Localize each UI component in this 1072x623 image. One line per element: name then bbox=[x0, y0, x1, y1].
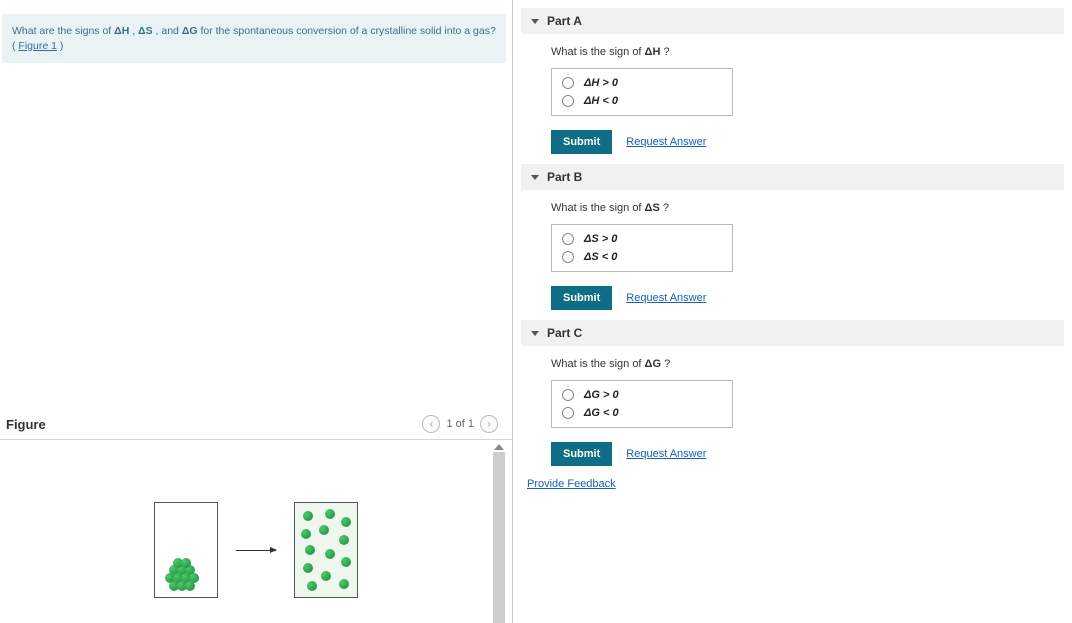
part-a-choice-1[interactable]: ΔH > 0 bbox=[562, 77, 722, 89]
part-b-choice-1[interactable]: ΔS > 0 bbox=[562, 233, 722, 245]
part-a: Part A What is the sign of ΔH ? ΔH > 0 Δ… bbox=[521, 8, 1064, 154]
part-c-actions: Submit Request Answer bbox=[551, 442, 1058, 466]
prompt-suffix: ? bbox=[663, 46, 669, 58]
prompt-text: What is the sign of bbox=[551, 358, 645, 370]
part-b-title: Part B bbox=[547, 170, 582, 184]
choice-label: ΔH < 0 bbox=[584, 95, 618, 107]
radio-icon bbox=[562, 77, 574, 89]
part-b-prompt: What is the sign of ΔS ? bbox=[551, 202, 1058, 214]
figure-scrollbar[interactable] bbox=[492, 444, 506, 623]
prompt-symbol: ΔH bbox=[645, 46, 661, 58]
part-a-actions: Submit Request Answer bbox=[551, 130, 1058, 154]
figure-nav-label: 1 of 1 bbox=[446, 418, 474, 430]
part-b-actions: Submit Request Answer bbox=[551, 286, 1058, 310]
choice-label: ΔS > 0 bbox=[584, 233, 617, 245]
submit-button[interactable]: Submit bbox=[551, 442, 612, 466]
caret-down-icon bbox=[531, 19, 539, 24]
part-a-prompt: What is the sign of ΔH ? bbox=[551, 46, 1058, 58]
prompt-symbol: ΔS bbox=[645, 202, 660, 214]
sym-dg: ΔG bbox=[182, 25, 198, 37]
part-c: Part C What is the sign of ΔG ? ΔG > 0 Δ… bbox=[521, 320, 1064, 466]
radio-icon bbox=[562, 251, 574, 263]
question-statement: What are the signs of ΔH , ΔS , and ΔG f… bbox=[2, 14, 506, 63]
prompt-text: What is the sign of bbox=[551, 202, 645, 214]
prompt-suffix: ? bbox=[664, 358, 670, 370]
part-b-choices: ΔS > 0 ΔS < 0 bbox=[551, 224, 733, 272]
submit-button[interactable]: Submit bbox=[551, 286, 612, 310]
gas-box bbox=[294, 502, 358, 598]
part-c-choice-2[interactable]: ΔG < 0 bbox=[562, 407, 722, 419]
feedback-row: Provide Feedback bbox=[527, 478, 1064, 490]
figure-prev-button[interactable]: ‹ bbox=[422, 415, 440, 433]
choice-label: ΔG < 0 bbox=[584, 407, 619, 419]
caret-down-icon bbox=[531, 175, 539, 180]
scroll-track[interactable] bbox=[493, 452, 505, 623]
figure-section: Figure ‹ 1 of 1 › bbox=[0, 415, 512, 623]
part-a-body: What is the sign of ΔH ? ΔH > 0 ΔH < 0 bbox=[521, 34, 1064, 154]
part-a-choice-2[interactable]: ΔH < 0 bbox=[562, 95, 722, 107]
figure-body bbox=[0, 440, 512, 623]
left-column: What are the signs of ΔH , ΔS , and ΔG f… bbox=[0, 0, 512, 623]
scroll-up-icon[interactable] bbox=[494, 444, 504, 450]
sym-dh: ΔH bbox=[114, 25, 129, 37]
choice-label: ΔS < 0 bbox=[584, 251, 617, 263]
submit-button[interactable]: Submit bbox=[551, 130, 612, 154]
sep: , and bbox=[156, 25, 182, 37]
figure-next-button[interactable]: › bbox=[480, 415, 498, 433]
figure-header: Figure ‹ 1 of 1 › bbox=[0, 415, 512, 440]
close-paren: ) bbox=[60, 40, 64, 52]
prompt-symbol: ΔG bbox=[645, 358, 661, 370]
phase-diagram bbox=[154, 460, 358, 623]
part-b: Part B What is the sign of ΔS ? ΔS > 0 Δ… bbox=[521, 164, 1064, 310]
radio-icon bbox=[562, 95, 574, 107]
figure-link[interactable]: Figure 1 bbox=[18, 40, 57, 52]
question-text: What are the signs of bbox=[12, 25, 114, 37]
sym-ds: ΔS bbox=[138, 25, 153, 37]
right-column: Part A What is the sign of ΔH ? ΔH > 0 Δ… bbox=[513, 0, 1072, 623]
provide-feedback-link[interactable]: Provide Feedback bbox=[527, 478, 616, 490]
part-b-choice-2[interactable]: ΔS < 0 bbox=[562, 251, 722, 263]
part-c-title: Part C bbox=[547, 326, 582, 340]
choice-label: ΔG > 0 bbox=[584, 389, 619, 401]
part-c-body: What is the sign of ΔG ? ΔG > 0 ΔG < 0 bbox=[521, 346, 1064, 466]
page-layout: What are the signs of ΔH , ΔS , and ΔG f… bbox=[0, 0, 1072, 623]
choice-label: ΔH > 0 bbox=[584, 77, 618, 89]
part-a-header[interactable]: Part A bbox=[521, 8, 1064, 34]
radio-icon bbox=[562, 407, 574, 419]
part-a-choices: ΔH > 0 ΔH < 0 bbox=[551, 68, 733, 116]
part-b-body: What is the sign of ΔS ? ΔS > 0 ΔS < 0 bbox=[521, 190, 1064, 310]
radio-icon bbox=[562, 389, 574, 401]
figure-title: Figure bbox=[6, 417, 46, 432]
reaction-arrow-icon bbox=[236, 550, 276, 551]
part-c-prompt: What is the sign of ΔG ? bbox=[551, 358, 1058, 370]
radio-icon bbox=[562, 233, 574, 245]
part-b-header[interactable]: Part B bbox=[521, 164, 1064, 190]
part-c-choices: ΔG > 0 ΔG < 0 bbox=[551, 380, 733, 428]
caret-down-icon bbox=[531, 331, 539, 336]
prompt-suffix: ? bbox=[663, 202, 669, 214]
prompt-text: What is the sign of bbox=[551, 46, 645, 58]
part-c-choice-1[interactable]: ΔG > 0 bbox=[562, 389, 722, 401]
request-answer-link[interactable]: Request Answer bbox=[626, 292, 706, 304]
solid-box bbox=[154, 502, 218, 598]
request-answer-link[interactable]: Request Answer bbox=[626, 136, 706, 148]
figure-nav: ‹ 1 of 1 › bbox=[422, 415, 498, 433]
part-a-title: Part A bbox=[547, 14, 582, 28]
part-c-header[interactable]: Part C bbox=[521, 320, 1064, 346]
request-answer-link[interactable]: Request Answer bbox=[626, 448, 706, 460]
